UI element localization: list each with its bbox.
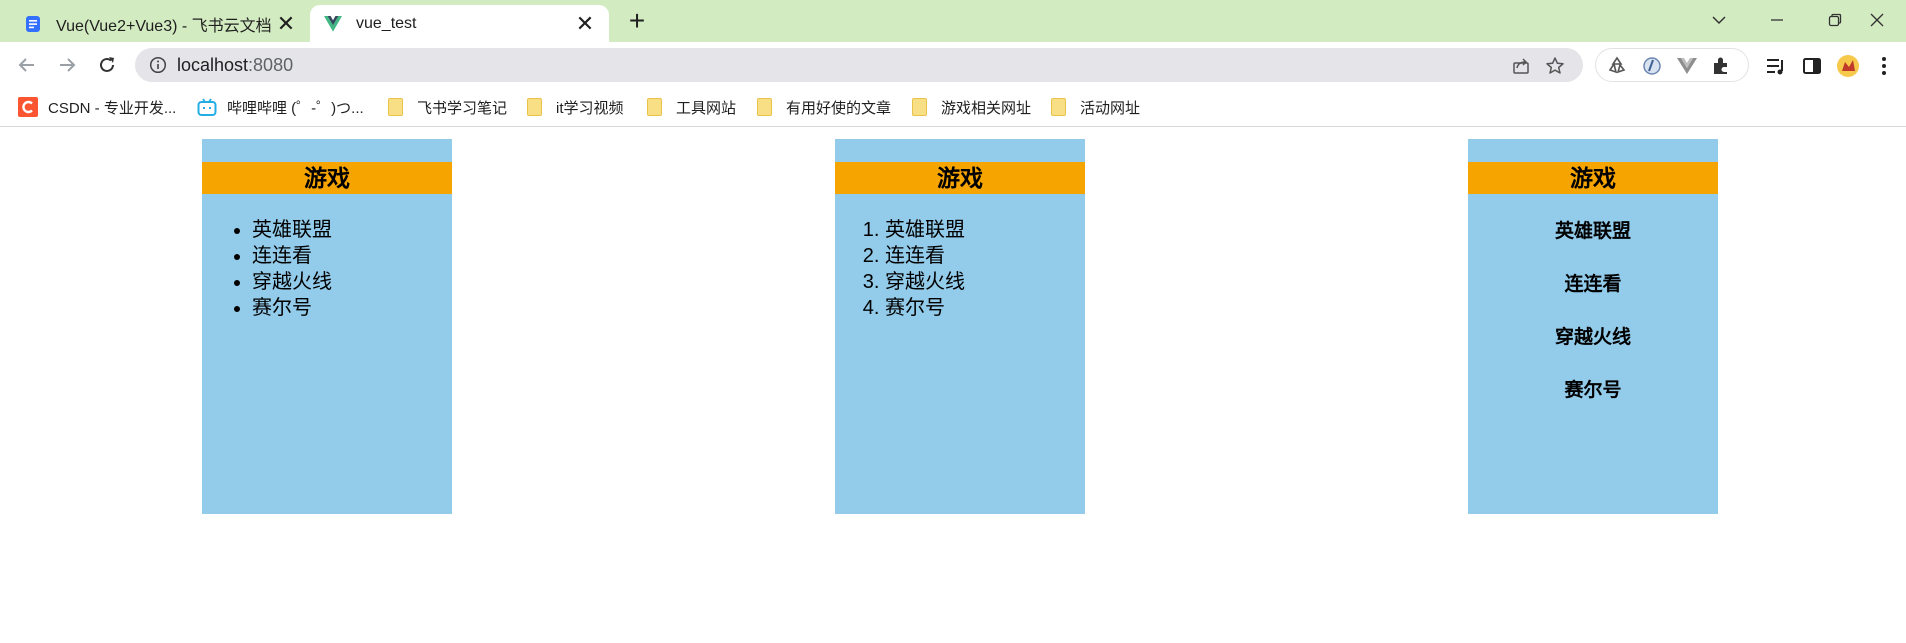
- arrow-left-icon: [18, 58, 34, 72]
- close-icon: [1870, 13, 1884, 27]
- list-item: 英雄联盟: [885, 217, 965, 243]
- game-list: 英雄联盟 连连看 穿越火线 赛尔号: [885, 217, 965, 321]
- list-item: 连连看: [252, 243, 332, 269]
- side-panel-icon: [1803, 58, 1821, 74]
- folder-icon: [647, 98, 662, 116]
- bookmark-folder-it-videos[interactable]: it学习视频: [527, 95, 624, 119]
- tab-vue-test[interactable]: vue_test ✕: [310, 5, 609, 42]
- list-item: 穿越火线: [885, 269, 965, 295]
- share-icon[interactable]: [1511, 56, 1531, 76]
- game-card-ordered: 游戏 英雄联盟 连连看 穿越火线 赛尔号: [835, 139, 1085, 514]
- list-item: 赛尔号: [252, 295, 332, 321]
- close-icon[interactable]: ✕: [575, 12, 595, 34]
- doc-icon: [26, 15, 40, 32]
- close-icon[interactable]: ✕: [276, 12, 296, 34]
- bookmark-bilibili[interactable]: 哔哩哔哩 (゜-゜)つ...: [197, 95, 364, 119]
- tab-title: Vue(Vue2+Vue3) - 飞书云文档: [56, 17, 272, 35]
- list-item: 赛尔号: [1564, 380, 1622, 401]
- tab-feishu-doc[interactable]: Vue(Vue2+Vue3) - 飞书云文档 ✕: [10, 5, 310, 42]
- game-list: 英雄联盟 连连看 穿越火线 赛尔号: [252, 217, 332, 321]
- reading-list-button[interactable]: [1764, 54, 1788, 78]
- list-item: 英雄联盟: [1554, 221, 1631, 242]
- browser-toolbar: localhost:8080: [0, 42, 1906, 88]
- tab-title: vue_test: [356, 14, 417, 32]
- minimize-button[interactable]: [1748, 2, 1806, 38]
- game-list: 英雄联盟 连连看 穿越火线 赛尔号: [1468, 219, 1718, 431]
- folder-icon: [388, 98, 403, 116]
- recycle-extension-icon[interactable]: [1606, 55, 1628, 77]
- extensions-group: [1595, 48, 1749, 82]
- arrow-right-icon: [60, 58, 76, 72]
- list-item: 连连看: [885, 243, 965, 269]
- list-item: 英雄联盟: [252, 217, 332, 243]
- bookmark-folder-event-sites[interactable]: 活动网址: [1051, 95, 1140, 119]
- minimize-icon: [1771, 19, 1783, 21]
- bookmark-csdn[interactable]: CSDN - 专业开发...: [18, 95, 176, 119]
- bookmark-label: 活动网址: [1080, 99, 1141, 117]
- folder-icon: [1051, 98, 1066, 116]
- bookmark-folder-feishu-notes[interactable]: 飞书学习笔记: [388, 95, 507, 119]
- address-bar[interactable]: localhost:8080: [135, 48, 1583, 82]
- folder-icon: [912, 98, 927, 116]
- url-text[interactable]: localhost:8080: [177, 55, 293, 76]
- list-item: 穿越火线: [1554, 327, 1631, 348]
- profile-button[interactable]: [1836, 54, 1860, 78]
- bookmark-label: CSDN - 专业开发...: [48, 99, 177, 117]
- folder-icon: [527, 98, 542, 116]
- list-item: 赛尔号: [885, 295, 965, 321]
- card-title: 游戏: [202, 162, 452, 194]
- vue-logo-icon: [324, 15, 342, 32]
- puzzle-icon[interactable]: [1710, 55, 1732, 77]
- close-window-button[interactable]: [1848, 2, 1906, 38]
- reload-button[interactable]: [92, 50, 122, 80]
- bookmark-label: 飞书学习笔记: [417, 99, 508, 117]
- bookmark-label: 游戏相关网址: [941, 99, 1032, 117]
- more-vertical-icon: [1882, 57, 1886, 75]
- list-item: 穿越火线: [252, 269, 332, 295]
- bilibili-icon: [197, 98, 217, 116]
- new-tab-button[interactable]: +: [622, 7, 652, 37]
- side-panel-button[interactable]: [1800, 54, 1824, 78]
- url-host: localhost: [177, 55, 249, 75]
- chevron-down-icon: [1712, 16, 1726, 25]
- tab-search-button[interactable]: [1690, 2, 1748, 38]
- card-title: 游戏: [835, 162, 1085, 194]
- list-item: 连连看: [1564, 274, 1622, 295]
- folder-icon: [757, 98, 772, 116]
- star-icon[interactable]: [1545, 56, 1565, 76]
- bookmark-label: 哔哩哔哩 (゜-゜)つ...: [227, 99, 364, 117]
- ie-extension-icon[interactable]: [1641, 55, 1663, 77]
- card-title: 游戏: [1468, 162, 1718, 194]
- url-port: :8080: [248, 55, 294, 75]
- bookmark-folder-useful-articles[interactable]: 有用好使的文章: [757, 95, 891, 119]
- forward-button[interactable]: [52, 50, 82, 80]
- back-button[interactable]: [12, 50, 42, 80]
- vue-devtools-icon[interactable]: [1676, 57, 1698, 75]
- csdn-icon: [18, 97, 38, 117]
- menu-button[interactable]: [1872, 54, 1896, 78]
- media-list-icon: [1767, 59, 1783, 75]
- avatar: [1837, 55, 1859, 77]
- bookmark-label: it学习视频: [556, 99, 624, 117]
- restore-icon: [1828, 13, 1842, 27]
- game-card-headings: 游戏 英雄联盟 连连看 穿越火线 赛尔号: [1468, 139, 1718, 514]
- bookmark-label: 有用好使的文章: [786, 99, 892, 117]
- bookmark-label: 工具网站: [676, 99, 737, 117]
- tab-strip: Vue(Vue2+Vue3) - 飞书云文档 ✕ vue_test ✕ +: [0, 0, 1906, 42]
- bookmark-folder-game-sites[interactable]: 游戏相关网址: [912, 95, 1031, 119]
- bookmarks-bar: CSDN - 专业开发... 哔哩哔哩 (゜-゜)つ... 飞书学习笔记 it学…: [0, 88, 1906, 127]
- reload-icon: [100, 57, 114, 72]
- bookmark-folder-tool-sites[interactable]: 工具网站: [647, 95, 736, 119]
- info-icon[interactable]: [149, 56, 167, 74]
- game-card-unordered: 游戏 英雄联盟 连连看 穿越火线 赛尔号: [202, 139, 452, 514]
